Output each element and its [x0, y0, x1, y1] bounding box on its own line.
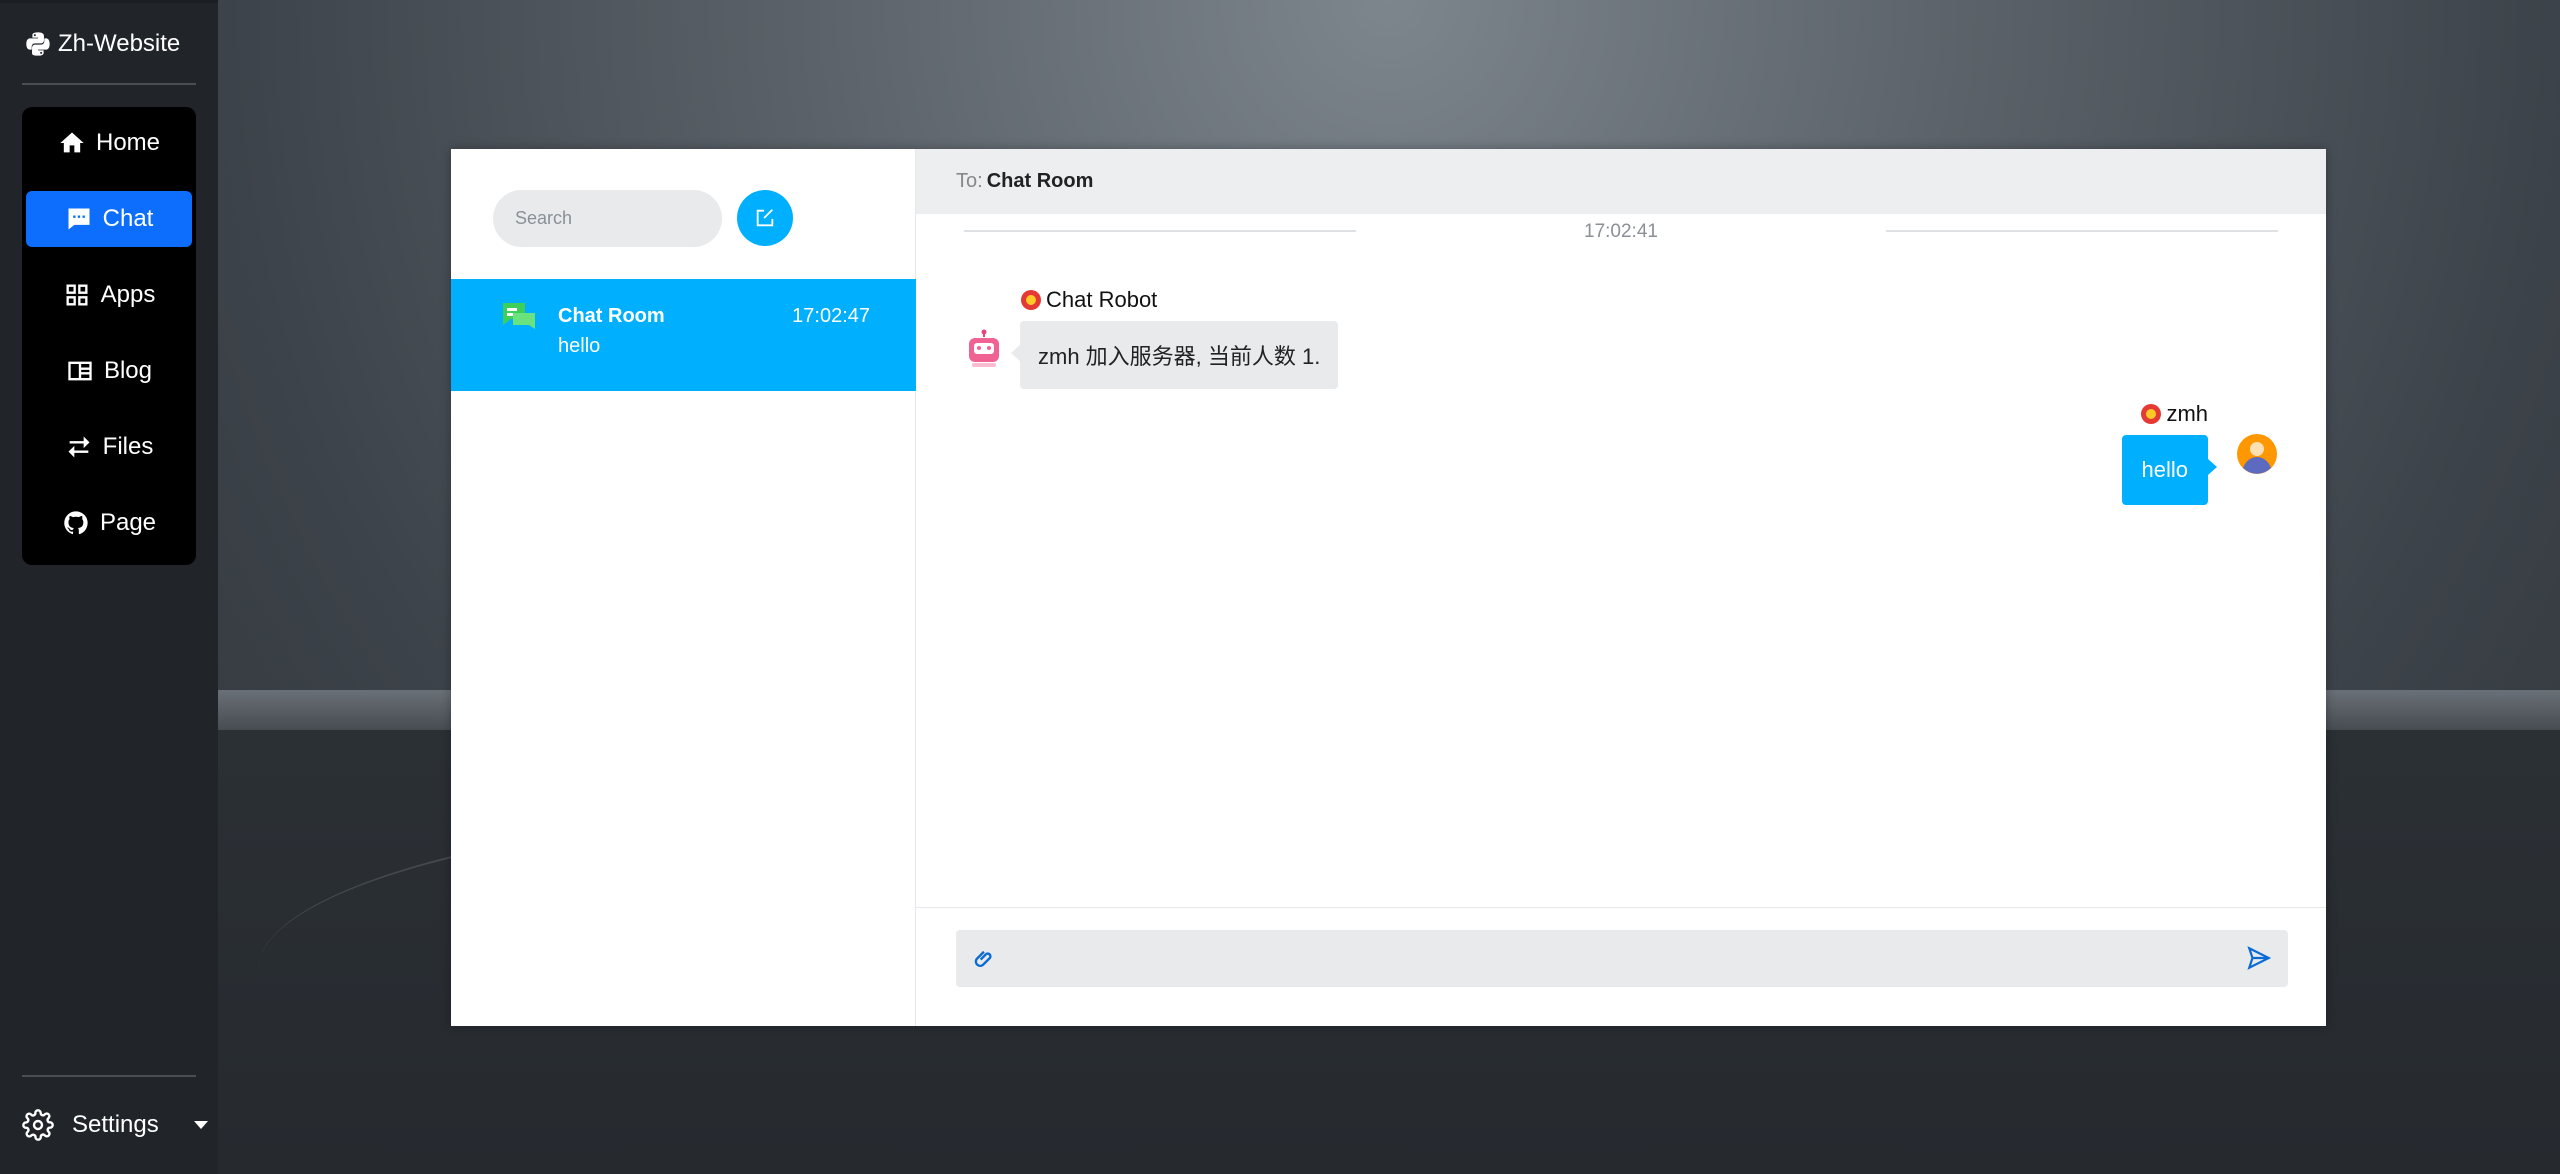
chat-window: Chat Room 17:02:47 hello To: Chat Room 1…: [451, 149, 2326, 1026]
chat-header: To: Chat Room: [916, 149, 2326, 214]
search-input[interactable]: [493, 190, 722, 247]
robot-avatar-icon: [969, 329, 999, 367]
divider: [22, 1075, 196, 1077]
brand[interactable]: Zh-Website: [24, 29, 180, 59]
sender-name: Chat Robot: [1046, 287, 1158, 312]
message-outgoing: zmh hello: [1978, 401, 2278, 511]
sender-badge-icon: [1021, 290, 1041, 310]
message-bubble: zmh 加入服务器, 当前人数 1.: [1010, 321, 1339, 389]
blog-icon: [68, 361, 92, 381]
nav-item-label: Page: [99, 509, 157, 536]
apps-grid-icon: [66, 284, 88, 306]
conversation-item[interactable]: Chat Room 17:02:47 hello: [451, 279, 916, 391]
sender-row: zmh: [2140, 401, 2208, 427]
github-icon: [64, 511, 88, 535]
message-pane: To: Chat Room 17:02:41 Chat Robot zmh 加入…: [916, 149, 2326, 1026]
nav-item-apps[interactable]: Apps: [26, 267, 192, 323]
to-name: Chat Room: [986, 170, 1094, 192]
message-input-bar: [956, 930, 2288, 987]
settings-label: Settings: [72, 1111, 159, 1138]
compose-icon: [756, 209, 774, 227]
message-input[interactable]: [1012, 930, 2212, 987]
conversation-name: Chat Room: [558, 305, 665, 327]
settings-menu[interactable]: Settings: [22, 1103, 212, 1147]
sidebar: Zh-Website Home Chat Apps Blog Files Pag…: [0, 0, 218, 1174]
nav-item-blog[interactable]: Blog: [26, 343, 192, 399]
chat-icon: [68, 208, 90, 230]
sender-badge-icon: [2141, 404, 2162, 424]
message-bubble: hello: [2121, 435, 2218, 505]
nav-item-home[interactable]: Home: [26, 115, 192, 171]
nav-item-label: Blog: [103, 357, 153, 384]
nav-item-label: Apps: [100, 281, 156, 308]
nav-item-chat[interactable]: Chat: [26, 191, 192, 247]
nav-menu: Home Chat Apps Blog Files Page: [22, 107, 196, 565]
sender-name: zmh: [2166, 401, 2208, 426]
to-label: To:: [956, 170, 983, 192]
conversation-time: 17:02:47: [792, 305, 870, 327]
home-icon: [60, 132, 84, 153]
nav-item-label: Files: [102, 433, 154, 460]
chevron-down-icon: [194, 1121, 208, 1129]
composer: [916, 907, 2326, 1026]
brand-name: Zh-Website: [58, 30, 181, 57]
conversation-list-pane: Chat Room 17:02:47 hello: [451, 149, 916, 1026]
transfer-arrows-icon: [68, 436, 90, 458]
time-separator: 17:02:41: [916, 221, 2326, 251]
python-logo-icon: [26, 32, 50, 56]
paperclip-icon[interactable]: [972, 946, 998, 972]
send-icon[interactable]: [2246, 945, 2272, 971]
separator-time: 17:02:41: [1584, 221, 1658, 242]
chat-room-icon: [503, 303, 535, 329]
sender-row: Chat Robot: [1020, 287, 1157, 313]
user-avatar-icon: [2237, 434, 2277, 474]
nav-item-page[interactable]: Page: [26, 495, 192, 551]
nav-item-label: Home: [95, 129, 161, 156]
nav-item-files[interactable]: Files: [26, 419, 192, 475]
gear-icon: [22, 1109, 54, 1141]
divider: [22, 83, 196, 85]
nav-item-label: Chat: [102, 205, 154, 232]
conversation-preview: hello: [558, 335, 601, 357]
new-chat-button[interactable]: [737, 190, 793, 246]
